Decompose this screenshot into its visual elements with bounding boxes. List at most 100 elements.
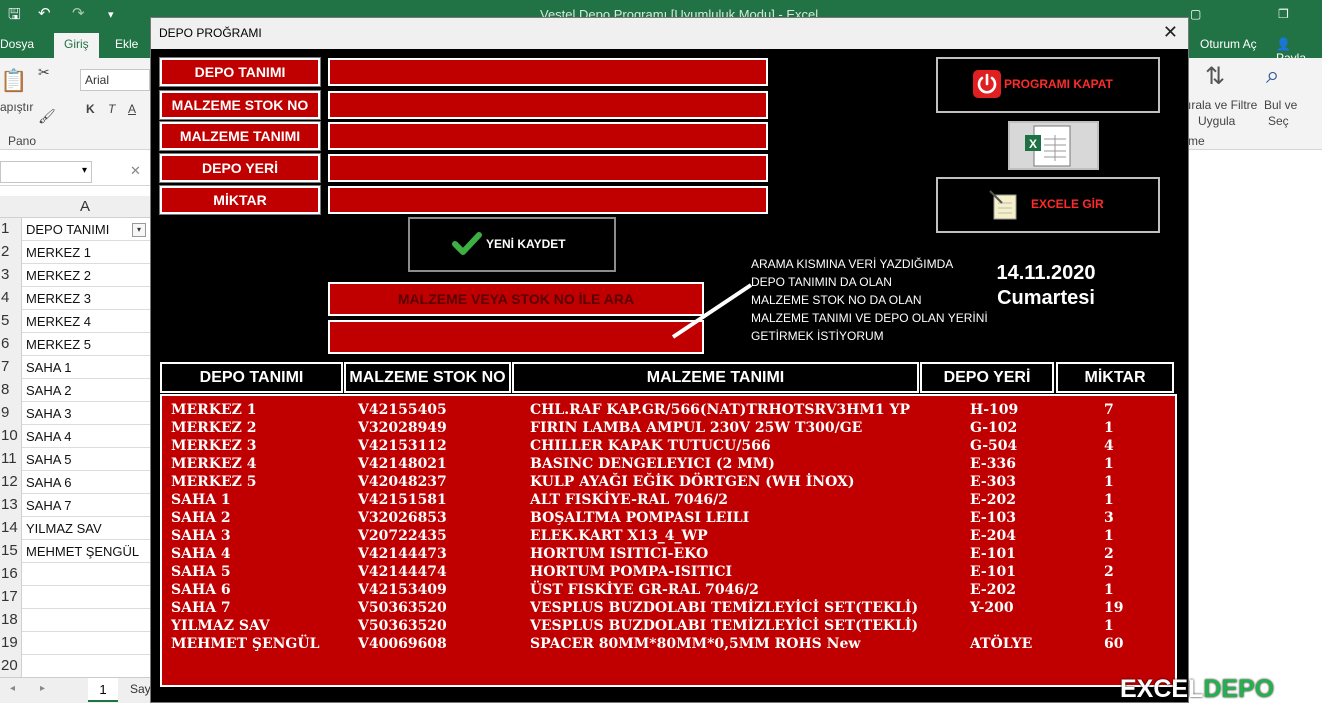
cell-value[interactable]: SAHA 3 [26, 406, 72, 421]
tab-insert[interactable]: Ekle [115, 37, 138, 51]
column-a-header[interactable]: A [80, 198, 90, 215]
row-number[interactable]: 18 [0, 609, 22, 632]
row-number[interactable]: 2 [0, 241, 22, 264]
list-item[interactable]: YILMAZ SAV V50363520 VESPLUS BUZDOLABI TEM… [162, 618, 1175, 636]
find-select-label-2[interactable]: Seç [1268, 114, 1289, 128]
cell-value[interactable]: SAHA 6 [26, 475, 72, 490]
cell-depo-yeri: E-101 [970, 564, 1016, 580]
save-icon[interactable]: 🖫 [8, 4, 21, 29]
row-number[interactable]: 3 [0, 264, 22, 287]
depo-yeri-input[interactable] [328, 154, 768, 182]
tab-file[interactable]: Dosya [0, 37, 34, 51]
sort-filter-label-2[interactable]: Uygula [1198, 114, 1235, 128]
search-input[interactable] [328, 320, 704, 354]
cell-value[interactable]: MERKEZ 2 [26, 268, 91, 283]
cell-value[interactable]: MERKEZ 5 [26, 337, 91, 352]
cell-value[interactable]: YILMAZ SAV [26, 521, 102, 536]
clipboard-group-label: Pano [8, 134, 37, 148]
row-number[interactable]: 5 [0, 310, 22, 333]
row-number[interactable]: 10 [0, 425, 22, 448]
row-number[interactable]: 11 [0, 448, 22, 471]
cell-value[interactable]: MERKEZ 3 [26, 291, 91, 306]
row-number[interactable]: 4 [0, 287, 22, 310]
scroll-right-icon[interactable]: ▸ [40, 683, 45, 694]
stok-no-input[interactable] [328, 91, 768, 119]
row-number[interactable]: 20 [0, 655, 22, 678]
list-item[interactable]: MEHMET ŞENGÜL V40069608 SPACER 80MM*80MM*0… [162, 636, 1175, 654]
list-item[interactable]: MERKEZ 4 V42148021 BASINC DENGELEYICI (2 M… [162, 456, 1175, 474]
sheet-row: 4 MERKEZ 3 [0, 287, 150, 310]
cut-icon[interactable]: ✂ [38, 64, 50, 81]
list-item[interactable]: MERKEZ 2 V32028949 FIRIN LAMBA AMPUL 230V … [162, 420, 1175, 438]
find-icon[interactable]: ⌕ [1266, 62, 1279, 90]
list-item[interactable]: SAHA 2 V32026853 BOŞALTMA POMPASI LEILI E-1… [162, 510, 1175, 528]
row-number[interactable]: 9 [0, 402, 22, 425]
find-select-label[interactable]: Bul ve [1264, 98, 1297, 112]
cancel-icon[interactable]: ✕ [130, 163, 141, 179]
cell-value[interactable]: DEPO TANIMI [26, 222, 109, 237]
note-line: DEPO TANIMIN DA OLAN [751, 275, 892, 289]
undo-icon[interactable]: ↶ [38, 4, 51, 22]
cell-value[interactable]: MEHMET ŞENGÜL [26, 544, 139, 559]
row-number[interactable]: 6 [0, 333, 22, 356]
list-item[interactable]: SAHA 1 V42151581 ALT FISKİYE-RAL 7046/2 E-2… [162, 492, 1175, 510]
close-program-button[interactable]: PROGRAMI KAPAT [936, 57, 1160, 113]
font-name-box[interactable]: Arial [80, 69, 150, 91]
cell-value[interactable]: SAHA 1 [26, 360, 72, 375]
row-number[interactable]: 19 [0, 632, 22, 655]
list-item[interactable]: SAHA 3 V20722435 ELEK.KART X13_4_WP E-204 1 [162, 528, 1175, 546]
ribbon-display-icon[interactable]: ▢ [1190, 7, 1201, 21]
sign-in-link[interactable]: Oturum Aç [1200, 37, 1257, 51]
list-item[interactable]: SAHA 5 V42144474 HORTUM POMPA-ISITICI E-101… [162, 564, 1175, 582]
row-number[interactable]: 15 [0, 540, 22, 563]
sheet-row: 1 DEPO TANIMI ▾ [0, 218, 150, 241]
sheet-tab-2[interactable]: Say [130, 682, 151, 696]
row-number[interactable]: 12 [0, 471, 22, 494]
tab-home[interactable]: Giriş [54, 33, 99, 58]
excel-file-button[interactable]: X [1008, 121, 1099, 170]
name-box[interactable]: ▾ [0, 161, 92, 183]
cell-value[interactable]: SAHA 7 [26, 498, 72, 513]
malzeme-tanimi-input[interactable] [328, 122, 768, 150]
search-button[interactable]: MALZEME VEYA STOK NO İLE ARA [328, 282, 704, 316]
sheet-tab-1[interactable]: 1 [88, 678, 118, 702]
cell-value[interactable]: SAHA 5 [26, 452, 72, 467]
row-number[interactable]: 14 [0, 517, 22, 540]
row-number[interactable]: 8 [0, 379, 22, 402]
list-item[interactable]: MERKEZ 1 V42155405 CHL.RAF KAP.GR/566(NAT)… [162, 402, 1175, 420]
scroll-left-icon[interactable]: ◂ [10, 683, 15, 694]
results-list[interactable]: MERKEZ 1 V42155405 CHL.RAF KAP.GR/566(NAT)… [160, 394, 1177, 687]
filter-dropdown-icon[interactable]: ▾ [132, 223, 146, 237]
underline-button[interactable]: A [128, 102, 136, 116]
sort-filter-label[interactable]: ırala ve Filtre [1188, 98, 1257, 112]
redo-icon[interactable]: ↷ [72, 4, 85, 22]
cell-value[interactable]: MERKEZ 1 [26, 245, 91, 260]
row-number[interactable]: 13 [0, 494, 22, 517]
row-number[interactable]: 1 [0, 218, 22, 241]
depo-tanimi-input[interactable] [328, 58, 768, 86]
list-item[interactable]: SAHA 7 V50363520 VESPLUS BUZDOLABI TEMİZLE… [162, 600, 1175, 618]
power-icon [973, 70, 1001, 98]
format-painter-icon[interactable]: 🖌 [38, 108, 56, 125]
sort-filter-icon[interactable]: ⇅ [1205, 62, 1225, 91]
miktar-input[interactable] [328, 186, 768, 214]
list-item[interactable]: MERKEZ 3 V42153112 CHILLER KAPAK TUTUCU/56… [162, 438, 1175, 456]
paste-label[interactable]: apıştır [0, 100, 33, 114]
excel-open-button[interactable]: EXCELE GİR [936, 177, 1160, 233]
list-item[interactable]: MERKEZ 5 V42048237 KULP AYAĞI EĞİK DÖRTGEN… [162, 474, 1175, 492]
close-icon[interactable]: ✕ [1163, 22, 1178, 43]
list-item[interactable]: SAHA 4 V42144473 HORTUM ISITICI-EKO E-101 2 [162, 546, 1175, 564]
row-number[interactable]: 7 [0, 356, 22, 379]
paste-icon[interactable]: 📋 [0, 68, 27, 94]
cell-value[interactable]: MERKEZ 4 [26, 314, 91, 329]
cell-value[interactable]: SAHA 4 [26, 429, 72, 444]
save-button[interactable]: YENİ KAYDET [408, 217, 616, 272]
bold-button[interactable]: K [86, 102, 95, 116]
row-number[interactable]: 16 [0, 563, 22, 586]
cell-value[interactable]: SAHA 2 [26, 383, 72, 398]
maximize-icon[interactable]: ❐ [1278, 7, 1289, 21]
customize-qa-icon[interactable]: ▾ [108, 8, 114, 21]
italic-button[interactable]: T [108, 102, 115, 116]
list-item[interactable]: SAHA 6 V42153409 ÜST FISKİYE GR-RAL 7046/2… [162, 582, 1175, 600]
row-number[interactable]: 17 [0, 586, 22, 609]
